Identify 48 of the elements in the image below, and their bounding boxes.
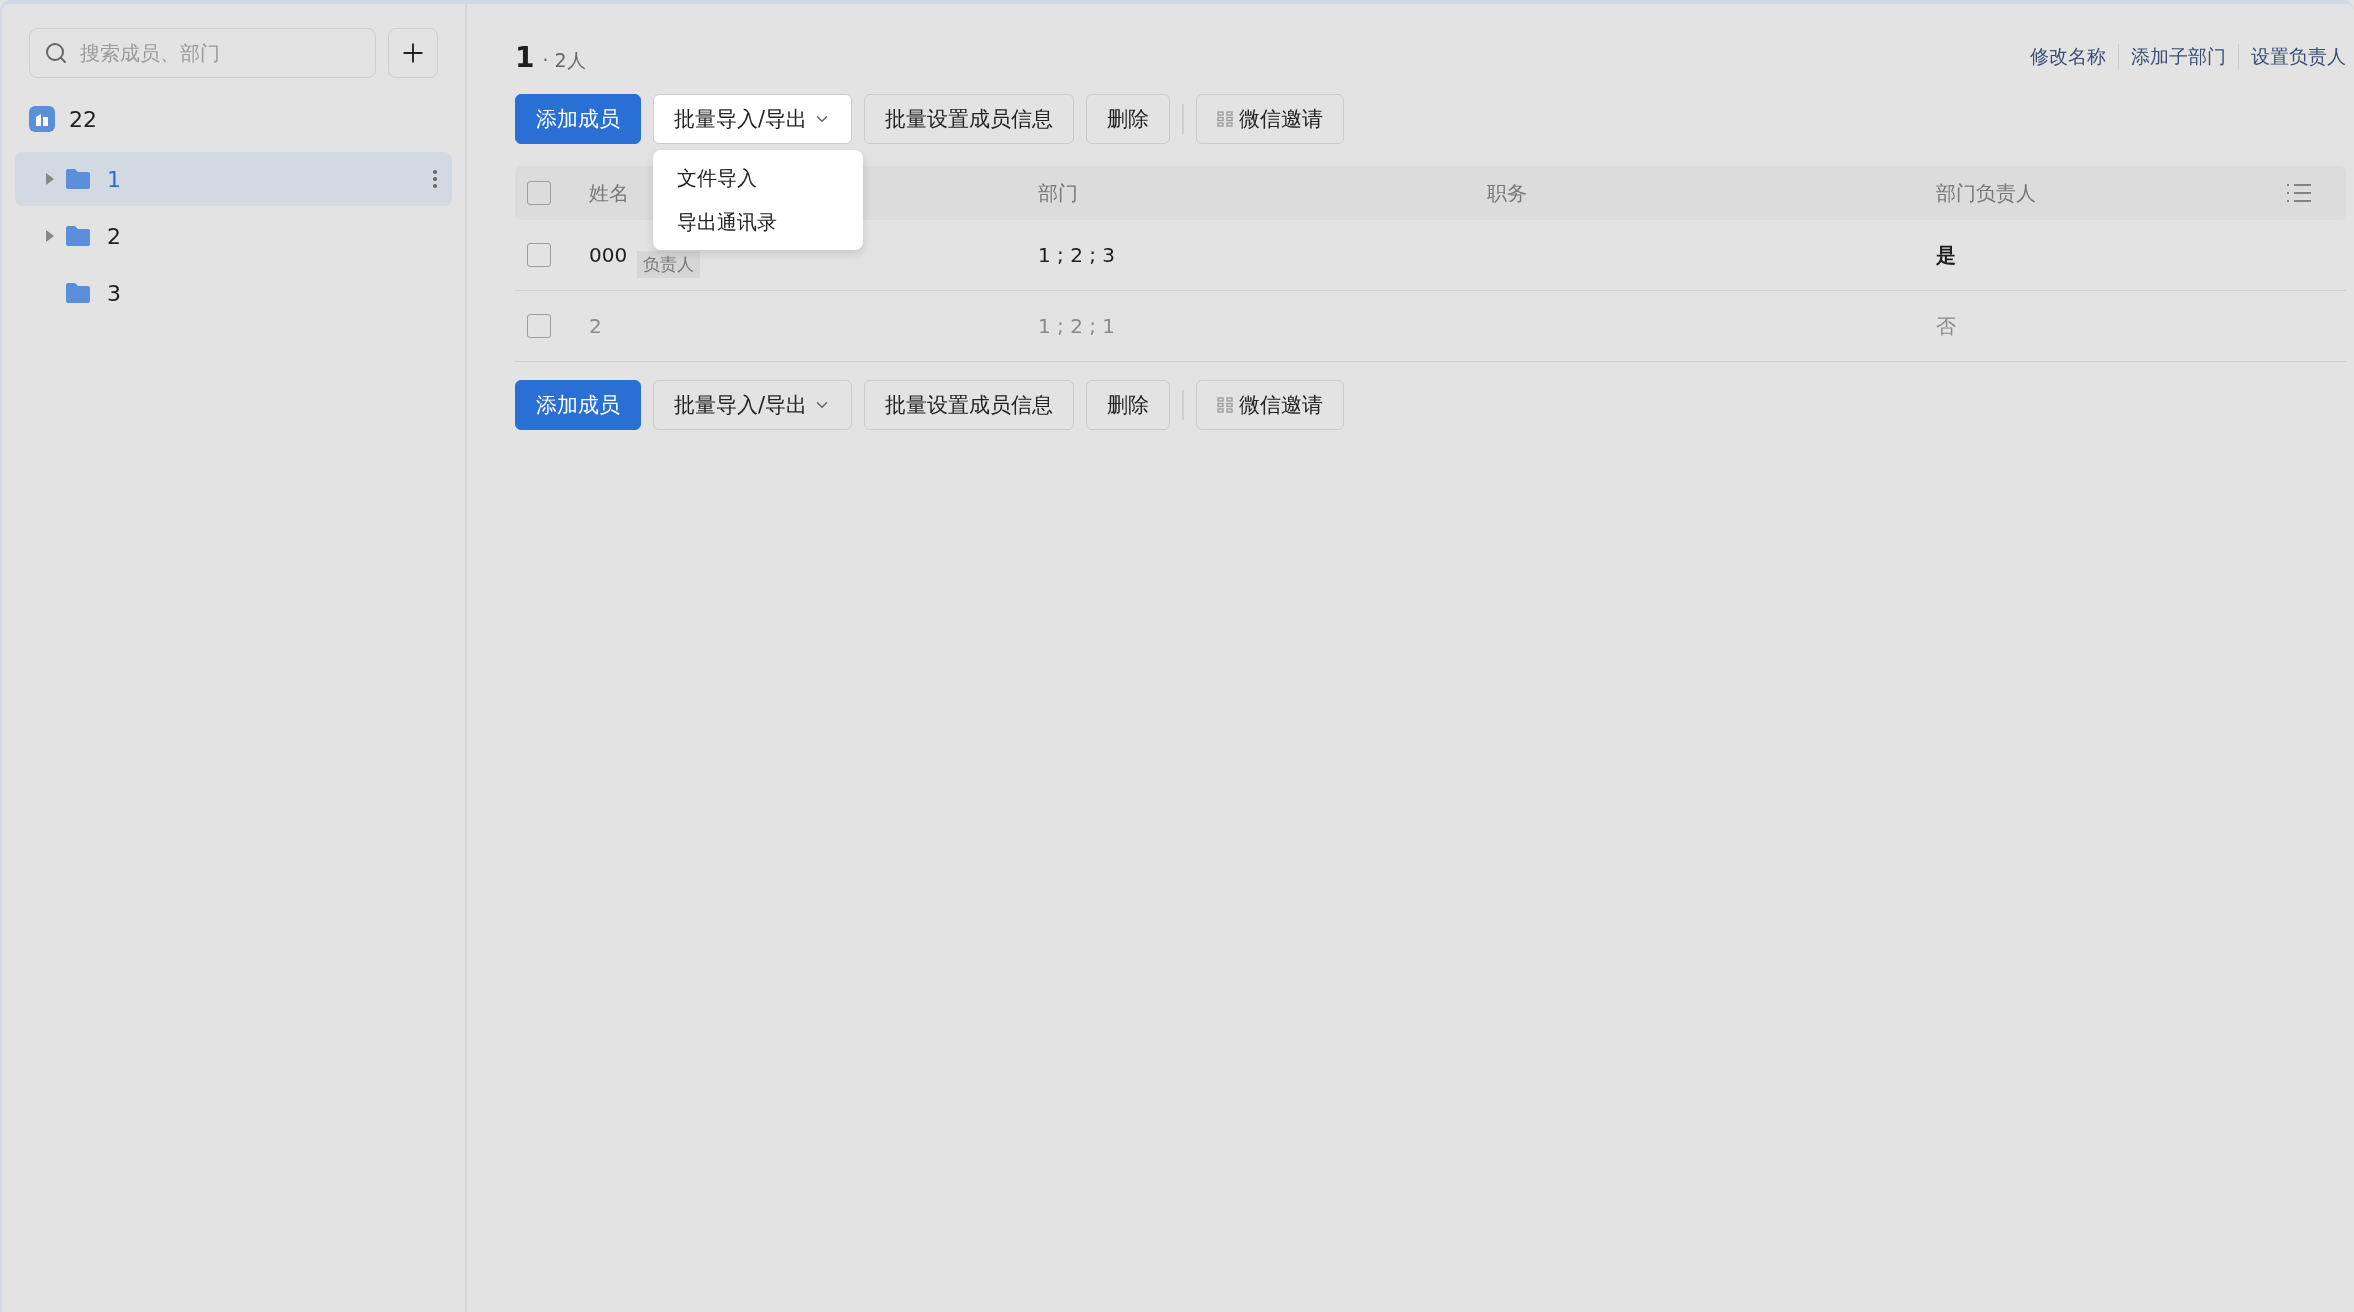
leader-tag: 负责人	[637, 250, 701, 278]
add-member-button[interactable]: 添加成员	[515, 380, 641, 430]
add-member-button[interactable]: 添加成员	[515, 94, 641, 144]
column-header: 职务	[1487, 179, 1528, 207]
department-name: 3	[107, 280, 122, 306]
toolbar-button[interactable]: 删除	[1086, 380, 1171, 430]
grid-icon	[1216, 397, 1233, 413]
search-icon	[44, 41, 68, 65]
search-box[interactable]: 搜索成员、部门	[29, 28, 376, 78]
department-name: 2	[107, 223, 122, 249]
tree-item[interactable]: 3	[15, 266, 452, 320]
table-cell: 000	[589, 243, 628, 267]
menu-item[interactable]: 文件导入	[653, 156, 863, 200]
tree-item[interactable]: 2	[15, 209, 452, 263]
toolbar-button[interactable]: 批量设置成员信息	[864, 94, 1075, 144]
column-header: 姓名	[589, 179, 630, 207]
search-field[interactable]: 搜索成员、部门	[78, 40, 361, 66]
import-export-dropdown[interactable]: 批量导入/导出	[653, 380, 853, 430]
department-name: 1	[107, 166, 122, 192]
column-header: 部门	[1038, 179, 1079, 207]
table-cell-text: 1 ; 2 ; 3	[1038, 243, 1117, 267]
grid-icon	[1216, 111, 1233, 127]
invite-button[interactable]: 微信邀请	[1195, 380, 1344, 430]
column-settings-icon[interactable]	[2286, 182, 2312, 204]
folder-icon	[65, 282, 91, 304]
organization-name: 22	[69, 106, 97, 132]
table-cell-text: 1 ; 2 ; 1	[1038, 314, 1117, 338]
department-title: 1	[515, 40, 535, 74]
table-cell: 2	[589, 314, 602, 338]
toolbar-button[interactable]: 删除	[1086, 94, 1171, 144]
action-link[interactable]: 设置负责人	[2238, 44, 2346, 70]
folder-icon	[65, 225, 91, 247]
column-header: 部门负责人	[1936, 179, 2037, 207]
add-button[interactable]	[388, 28, 438, 78]
checkbox[interactable]	[527, 181, 551, 205]
import-export-dropdown[interactable]: 批量导入/导出	[653, 94, 853, 144]
more-icon[interactable]	[432, 169, 438, 189]
action-link[interactable]: 修改名称	[2018, 44, 2118, 70]
checkbox[interactable]	[527, 243, 551, 267]
menu-item[interactable]: 导出通讯录	[653, 200, 863, 244]
toolbar-button[interactable]: 批量设置成员信息	[864, 380, 1075, 430]
action-link[interactable]: 添加子部门	[2118, 44, 2238, 70]
table-cell-text: 否	[1936, 312, 1957, 340]
invite-button[interactable]: 微信邀请	[1195, 94, 1344, 144]
member-count: · 2人	[542, 47, 586, 73]
folder-icon	[65, 168, 91, 190]
table-cell-text: 是	[1936, 241, 1957, 269]
organization-icon	[29, 106, 55, 132]
